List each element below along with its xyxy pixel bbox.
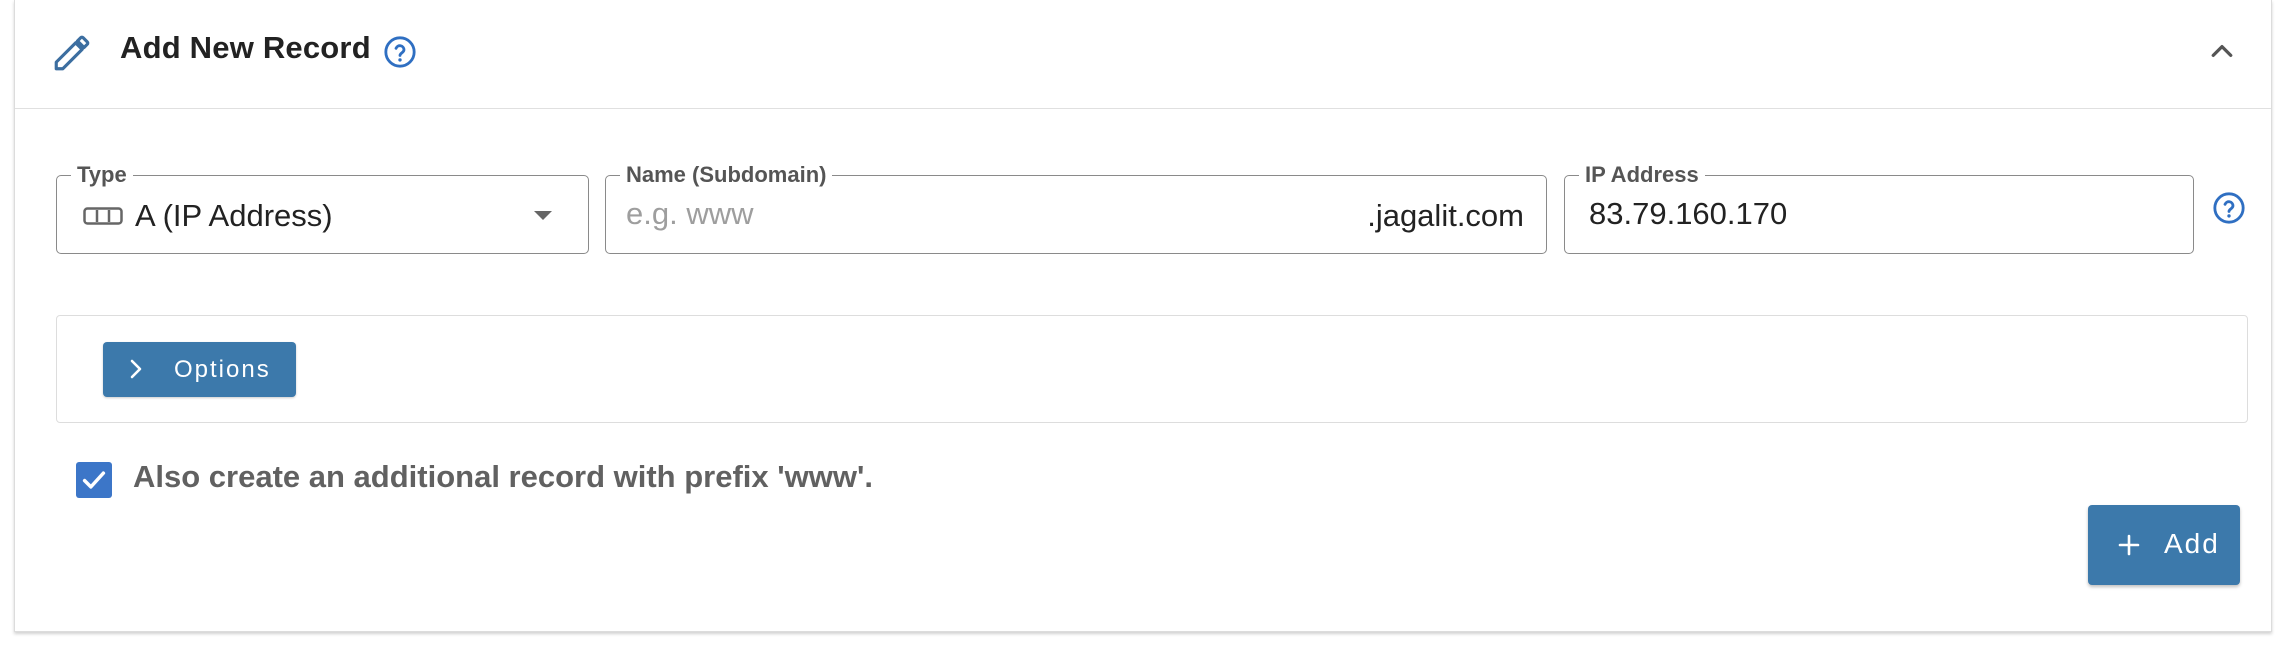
ip-address-field[interactable]: IP Address [1564,162,2194,254]
add-button[interactable]: Add [2088,505,2240,585]
ip-address-input[interactable] [1589,190,2169,238]
pencil-icon [54,35,90,71]
add-label: Add [2164,528,2220,559]
ip-record-icon [83,207,123,225]
name-field[interactable]: Name (Subdomain) .jagalit.com [605,162,1547,254]
ip-address-label: IP Address [1579,162,1705,188]
chevron-right-icon [130,359,142,379]
domain-suffix: .jagalit.com [1367,198,1524,233]
card-header[interactable]: Add New Record [15,0,2271,109]
www-record-label[interactable]: Also create an additional record with pr… [133,459,873,495]
dropdown-caret-icon[interactable] [534,211,552,220]
help-circle-icon[interactable] [383,35,417,69]
type-select[interactable]: Type A (IP Address) [56,162,589,254]
options-panel: Options [56,315,2248,423]
www-record-checkbox[interactable] [76,462,112,498]
page-title: Add New Record [120,30,371,65]
plus-icon [2118,534,2140,556]
options-label: Options [174,356,271,383]
name-label: Name (Subdomain) [620,162,833,188]
checkmark-icon [82,471,106,489]
add-record-card: Add New Record Type A (IP Address) Name … [14,0,2272,632]
subdomain-input[interactable] [626,190,1346,238]
help-circle-icon[interactable] [2212,191,2246,225]
chevron-up-icon[interactable] [2205,36,2239,66]
type-value: A (IP Address) [135,198,333,233]
options-button[interactable]: Options [103,342,296,397]
type-label: Type [71,162,133,188]
